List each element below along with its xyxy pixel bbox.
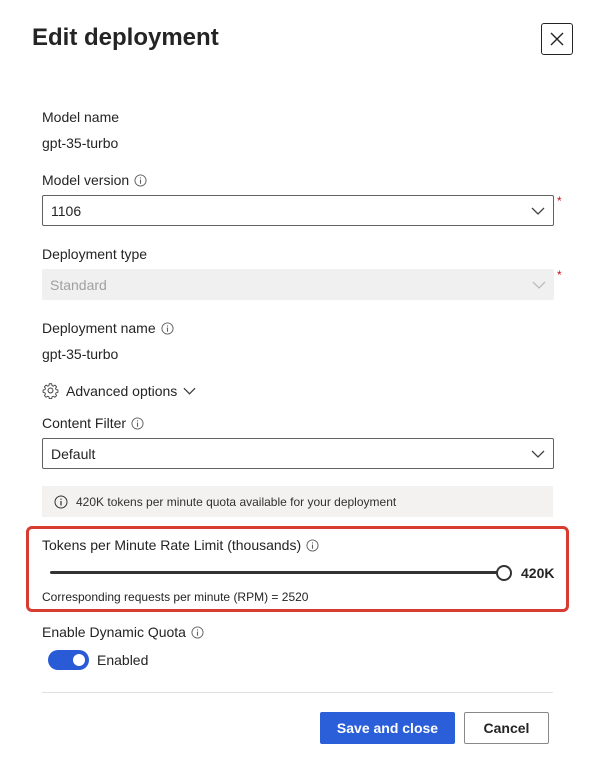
footer-divider: [42, 692, 553, 693]
info-icon[interactable]: [134, 173, 147, 187]
required-indicator: *: [557, 268, 562, 282]
gear-icon: [42, 383, 59, 399]
info-icon[interactable]: [191, 625, 204, 639]
info-icon: [54, 495, 68, 508]
toggle-knob: [73, 654, 85, 666]
rate-limit-slider-track[interactable]: [50, 571, 505, 574]
close-icon: [550, 32, 564, 46]
info-icon[interactable]: [306, 538, 319, 552]
rpm-text: Corresponding requests per minute (RPM) …: [42, 590, 309, 604]
chevron-down-icon: [531, 207, 545, 215]
cancel-button[interactable]: Cancel: [464, 712, 549, 744]
rate-limit-value: 420K: [521, 565, 555, 581]
rate-limit-slider-thumb[interactable]: [496, 565, 512, 581]
deployment-type-select: Standard: [42, 269, 554, 300]
dynamic-quota-toggle[interactable]: [48, 650, 89, 670]
advanced-options-toggle[interactable]: Advanced options: [42, 382, 196, 399]
panel-title: Edit deployment: [32, 24, 219, 51]
deployment-name-value: gpt-35-turbo: [42, 346, 119, 362]
deployment-type-label: Deployment type: [42, 246, 148, 262]
model-version-select[interactable]: 1106: [42, 195, 554, 226]
dynamic-quota-label: Enable Dynamic Quota: [42, 624, 204, 640]
info-icon[interactable]: [131, 416, 144, 430]
model-name-label: Model name: [42, 109, 120, 125]
chevron-down-icon: [183, 387, 196, 395]
content-filter-label: Content Filter: [42, 415, 144, 431]
content-filter-select[interactable]: Default: [42, 438, 554, 469]
quota-info-banner: 420K tokens per minute quota available f…: [42, 486, 553, 517]
dynamic-quota-toggle-label: Enabled: [97, 652, 149, 668]
save-and-close-button[interactable]: Save and close: [320, 712, 455, 744]
deployment-name-label: Deployment name: [42, 320, 174, 336]
required-indicator: *: [557, 194, 562, 208]
rate-limit-label: Tokens per Minute Rate Limit (thousands): [42, 537, 319, 553]
close-button[interactable]: [541, 23, 573, 55]
model-version-label: Model version: [42, 172, 147, 188]
chevron-down-icon: [532, 281, 546, 289]
model-name-value: gpt-35-turbo: [42, 135, 119, 151]
info-icon[interactable]: [161, 321, 174, 335]
chevron-down-icon: [531, 450, 545, 458]
